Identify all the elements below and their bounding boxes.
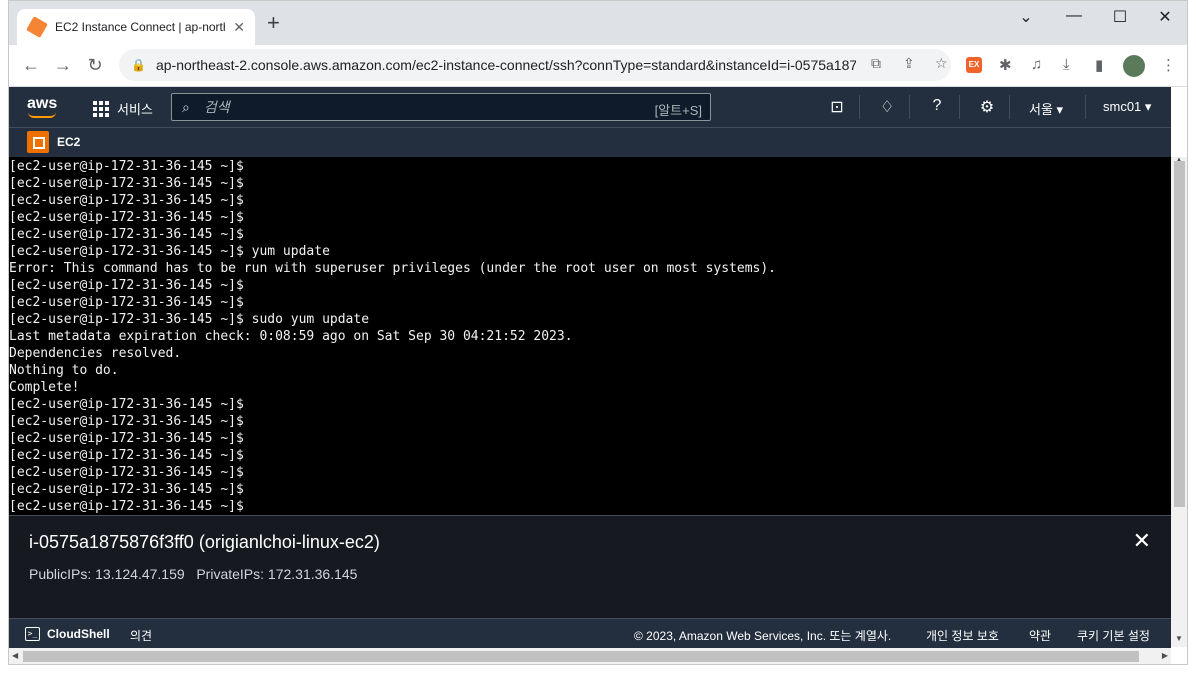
terminal-line[interactable]: [ec2-user@ip-172-31-36-145 ~]$ bbox=[9, 175, 1171, 192]
extensions-puzzle-icon[interactable]: ✱ bbox=[999, 56, 1012, 74]
search-box[interactable]: ⌕ [알트+S] bbox=[171, 93, 711, 121]
aws-favicon-icon bbox=[26, 16, 48, 38]
terminal-output[interactable]: [ec2-user@ip-172-31-36-145 ~]$ [ec2-user@… bbox=[9, 157, 1171, 515]
aws-top-nav: aws 서비스 ⌕ [알트+S] ⊡ ♢ ? ⚙ 서울 ▾ smc01 ▾ bbox=[9, 87, 1171, 127]
grid-icon bbox=[93, 100, 109, 117]
services-label: 서비스 bbox=[117, 102, 153, 117]
lock-icon[interactable]: 🔒 bbox=[131, 58, 146, 72]
settings-gear-icon[interactable]: ⚙ bbox=[977, 97, 997, 117]
feedback-link[interactable]: 의견 bbox=[130, 627, 152, 644]
vertical-scrollbar-thumb[interactable] bbox=[1174, 161, 1185, 507]
search-icon: ⌕ bbox=[182, 98, 190, 115]
vertical-scrollbar[interactable]: ▲ ▼ bbox=[1171, 155, 1187, 647]
divider bbox=[1085, 95, 1086, 119]
forward-icon[interactable]: → bbox=[51, 55, 75, 76]
bookmark-star-icon[interactable]: ☆ bbox=[935, 55, 948, 72]
terminal-line[interactable]: [ec2-user@ip-172-31-36-145 ~]$ bbox=[9, 464, 1171, 481]
ec2-service-icon[interactable] bbox=[27, 131, 49, 153]
address-bar[interactable]: 🔒 ap-northeast-2.console.aws.amazon.com/… bbox=[119, 49, 951, 81]
extension-ex-icon[interactable]: EX bbox=[966, 57, 982, 73]
close-panel-icon[interactable]: ✕ bbox=[1133, 528, 1151, 554]
terminal-line[interactable]: [ec2-user@ip-172-31-36-145 ~]$ bbox=[9, 498, 1171, 515]
terminal-line[interactable]: Error: This command has to be run with s… bbox=[9, 260, 1171, 277]
search-input[interactable] bbox=[203, 99, 624, 115]
terminal-line[interactable]: [ec2-user@ip-172-31-36-145 ~]$ yum updat… bbox=[9, 243, 1171, 260]
scroll-down-icon[interactable]: ▼ bbox=[1175, 634, 1183, 643]
aws-smile-icon bbox=[28, 112, 56, 118]
tab-close-icon[interactable]: ✕ bbox=[233, 19, 245, 36]
address-url[interactable]: ap-northeast-2.console.aws.amazon.com/ec… bbox=[156, 57, 856, 73]
terminal-line[interactable]: [ec2-user@ip-172-31-36-145 ~]$ bbox=[9, 430, 1171, 447]
service-bar: EC2 bbox=[9, 127, 1171, 157]
terminal-line[interactable]: Dependencies resolved. bbox=[9, 345, 1171, 362]
terminal-line[interactable]: [ec2-user@ip-172-31-36-145 ~]$ bbox=[9, 447, 1171, 464]
scroll-left-icon[interactable]: ◀ bbox=[12, 651, 18, 660]
copyright-text: © 2023, Amazon Web Services, Inc. 또는 계열사… bbox=[634, 629, 892, 643]
cloudshell-icon[interactable]: ⊡ bbox=[827, 97, 847, 117]
scroll-right-icon[interactable]: ▶ bbox=[1162, 651, 1168, 660]
terminal-line[interactable]: [ec2-user@ip-172-31-36-145 ~]$ bbox=[9, 277, 1171, 294]
new-tab-icon[interactable]: + bbox=[267, 12, 280, 34]
tab-title: EC2 Instance Connect | ap-northeast-2 bbox=[55, 20, 225, 34]
help-icon[interactable]: ? bbox=[927, 97, 947, 115]
services-menu-button[interactable]: 서비스 bbox=[93, 99, 153, 118]
ec2-service-link[interactable]: EC2 bbox=[57, 135, 80, 149]
cookie-preferences-link[interactable]: 쿠키 기본 설정 bbox=[1077, 627, 1150, 644]
terminal-line[interactable]: Nothing to do. bbox=[9, 362, 1171, 379]
terminal-line[interactable]: [ec2-user@ip-172-31-36-145 ~]$ bbox=[9, 481, 1171, 498]
cloudshell-footer-icon[interactable]: >_ bbox=[25, 627, 40, 641]
tab-search-chevron-icon[interactable]: ⌄ bbox=[1011, 7, 1041, 27]
terms-link[interactable]: 약관 bbox=[1029, 627, 1051, 644]
account-menu[interactable]: smc01 ▾ bbox=[1103, 99, 1151, 115]
media-playlist-icon[interactable]: ♫ bbox=[1031, 56, 1042, 73]
divider bbox=[909, 95, 910, 119]
terminal-line[interactable]: [ec2-user@ip-172-31-36-145 ~]$ bbox=[9, 158, 1171, 175]
terminal-line[interactable]: [ec2-user@ip-172-31-36-145 ~]$ bbox=[9, 294, 1171, 311]
horizontal-scrollbar-thumb[interactable] bbox=[23, 651, 1139, 662]
window-close-icon[interactable]: ✕ bbox=[1150, 7, 1180, 27]
search-shortcut: [알트+S] bbox=[654, 103, 702, 118]
profile-avatar[interactable] bbox=[1123, 55, 1145, 77]
share-icon[interactable]: ⇪ bbox=[903, 55, 915, 72]
terminal-line[interactable]: [ec2-user@ip-172-31-36-145 ~]$ bbox=[9, 209, 1171, 226]
aws-logo[interactable]: aws bbox=[27, 95, 57, 118]
privacy-link[interactable]: 개인 정보 보호 bbox=[926, 627, 999, 644]
instance-id: i-0575a1875876f3ff0 (origianlchoi-linux-… bbox=[29, 532, 380, 552]
reload-icon[interactable]: ↻ bbox=[83, 55, 107, 76]
browser-tab[interactable]: EC2 Instance Connect | ap-northeast-2 ✕ bbox=[17, 9, 255, 45]
console-footer: >_ CloudShell 의견 © 2023, Amazon Web Serv… bbox=[9, 618, 1171, 648]
terminal[interactable]: [ec2-user@ip-172-31-36-145 ~]$ [ec2-user@… bbox=[9, 157, 1171, 515]
terminal-line[interactable]: [ec2-user@ip-172-31-36-145 ~]$ bbox=[9, 413, 1171, 430]
notifications-bell-icon[interactable]: ♢ bbox=[877, 97, 897, 117]
side-panel-icon[interactable]: ▮ bbox=[1095, 56, 1103, 74]
terminal-line[interactable]: [ec2-user@ip-172-31-36-145 ~]$ bbox=[9, 226, 1171, 243]
terminal-line[interactable]: Complete! bbox=[9, 379, 1171, 396]
horizontal-scrollbar[interactable]: ◀ ▶ bbox=[9, 648, 1171, 664]
divider bbox=[959, 95, 960, 119]
tab-strip: EC2 Instance Connect | ap-northeast-2 ✕ … bbox=[9, 1, 1187, 45]
browser-window: EC2 Instance Connect | ap-northeast-2 ✕ … bbox=[8, 0, 1188, 665]
back-icon[interactable]: ← bbox=[19, 55, 43, 76]
divider bbox=[1009, 95, 1010, 119]
maximize-icon[interactable]: ☐ bbox=[1105, 7, 1135, 27]
cloudshell-link[interactable]: CloudShell bbox=[47, 627, 110, 641]
divider bbox=[859, 95, 860, 119]
instance-ips: PublicIPs: 13.124.47.159 PrivateIPs: 172… bbox=[29, 566, 358, 582]
instance-info-panel: i-0575a1875876f3ff0 (origianlchoi-linux-… bbox=[9, 515, 1171, 618]
terminal-line[interactable]: [ec2-user@ip-172-31-36-145 ~]$ bbox=[9, 192, 1171, 209]
terminal-line[interactable]: Last metadata expiration check: 0:08:59 … bbox=[9, 328, 1171, 345]
translate-icon[interactable]: ⧉ bbox=[871, 55, 881, 72]
terminal-line[interactable]: [ec2-user@ip-172-31-36-145 ~]$ bbox=[9, 396, 1171, 413]
download-icon[interactable]: ⤓ bbox=[1063, 56, 1070, 73]
browser-toolbar: ← → ↻ 🔒 ap-northeast-2.console.aws.amazo… bbox=[9, 45, 1187, 87]
browser-menu-icon[interactable]: ⋮ bbox=[1161, 56, 1176, 74]
terminal-line[interactable]: [ec2-user@ip-172-31-36-145 ~]$ sudo yum … bbox=[9, 311, 1171, 328]
minimize-icon[interactable]: — bbox=[1059, 7, 1089, 25]
region-selector[interactable]: 서울 ▾ bbox=[1029, 99, 1063, 118]
